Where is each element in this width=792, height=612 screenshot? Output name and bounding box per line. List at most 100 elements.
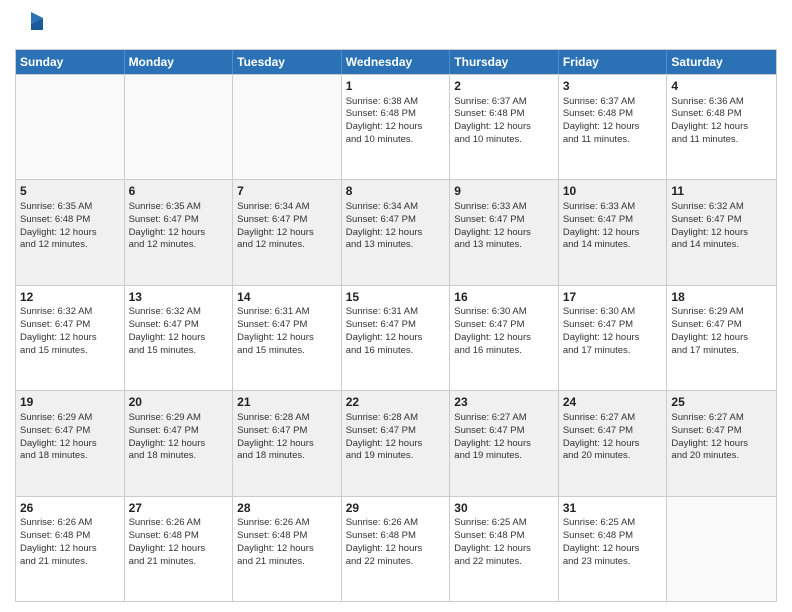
calendar-header: SundayMondayTuesdayWednesdayThursdayFrid… xyxy=(16,50,776,74)
cal-cell: 15Sunrise: 6:31 AM Sunset: 6:47 PM Dayli… xyxy=(342,286,451,390)
day-number: 29 xyxy=(346,500,446,517)
cal-cell: 4Sunrise: 6:36 AM Sunset: 6:48 PM Daylig… xyxy=(667,75,776,179)
day-number: 8 xyxy=(346,183,446,200)
cal-cell: 11Sunrise: 6:32 AM Sunset: 6:47 PM Dayli… xyxy=(667,180,776,284)
day-info: Sunrise: 6:26 AM Sunset: 6:48 PM Dayligh… xyxy=(20,517,120,568)
day-info: Sunrise: 6:37 AM Sunset: 6:48 PM Dayligh… xyxy=(454,96,554,147)
day-info: Sunrise: 6:27 AM Sunset: 6:47 PM Dayligh… xyxy=(563,412,663,463)
day-number: 22 xyxy=(346,394,446,411)
cal-cell: 16Sunrise: 6:30 AM Sunset: 6:47 PM Dayli… xyxy=(450,286,559,390)
day-info: Sunrise: 6:32 AM Sunset: 6:47 PM Dayligh… xyxy=(20,306,120,357)
week-row-2: 5Sunrise: 6:35 AM Sunset: 6:48 PM Daylig… xyxy=(16,179,776,284)
day-info: Sunrise: 6:26 AM Sunset: 6:48 PM Dayligh… xyxy=(346,517,446,568)
day-info: Sunrise: 6:35 AM Sunset: 6:47 PM Dayligh… xyxy=(129,201,229,252)
day-header-sunday: Sunday xyxy=(16,50,125,74)
cal-cell xyxy=(16,75,125,179)
day-number: 31 xyxy=(563,500,663,517)
day-number: 5 xyxy=(20,183,120,200)
cal-cell: 3Sunrise: 6:37 AM Sunset: 6:48 PM Daylig… xyxy=(559,75,668,179)
cal-cell: 6Sunrise: 6:35 AM Sunset: 6:47 PM Daylig… xyxy=(125,180,234,284)
cal-cell xyxy=(233,75,342,179)
day-info: Sunrise: 6:33 AM Sunset: 6:47 PM Dayligh… xyxy=(454,201,554,252)
cal-cell: 20Sunrise: 6:29 AM Sunset: 6:47 PM Dayli… xyxy=(125,391,234,495)
calendar: SundayMondayTuesdayWednesdayThursdayFrid… xyxy=(15,49,777,602)
day-info: Sunrise: 6:38 AM Sunset: 6:48 PM Dayligh… xyxy=(346,96,446,147)
cal-cell: 8Sunrise: 6:34 AM Sunset: 6:47 PM Daylig… xyxy=(342,180,451,284)
cal-cell: 2Sunrise: 6:37 AM Sunset: 6:48 PM Daylig… xyxy=(450,75,559,179)
page: SundayMondayTuesdayWednesdayThursdayFrid… xyxy=(0,0,792,612)
calendar-body: 1Sunrise: 6:38 AM Sunset: 6:48 PM Daylig… xyxy=(16,74,776,601)
day-number: 1 xyxy=(346,78,446,95)
day-info: Sunrise: 6:28 AM Sunset: 6:47 PM Dayligh… xyxy=(346,412,446,463)
day-number: 15 xyxy=(346,289,446,306)
day-number: 2 xyxy=(454,78,554,95)
day-info: Sunrise: 6:30 AM Sunset: 6:47 PM Dayligh… xyxy=(454,306,554,357)
day-number: 14 xyxy=(237,289,337,306)
week-row-5: 26Sunrise: 6:26 AM Sunset: 6:48 PM Dayli… xyxy=(16,496,776,601)
day-header-tuesday: Tuesday xyxy=(233,50,342,74)
day-info: Sunrise: 6:29 AM Sunset: 6:47 PM Dayligh… xyxy=(671,306,772,357)
day-info: Sunrise: 6:28 AM Sunset: 6:47 PM Dayligh… xyxy=(237,412,337,463)
cal-cell: 18Sunrise: 6:29 AM Sunset: 6:47 PM Dayli… xyxy=(667,286,776,390)
cal-cell xyxy=(667,497,776,601)
day-number: 9 xyxy=(454,183,554,200)
day-info: Sunrise: 6:27 AM Sunset: 6:47 PM Dayligh… xyxy=(671,412,772,463)
day-number: 11 xyxy=(671,183,772,200)
logo xyxy=(15,10,45,43)
week-row-1: 1Sunrise: 6:38 AM Sunset: 6:48 PM Daylig… xyxy=(16,74,776,179)
day-number: 27 xyxy=(129,500,229,517)
cal-cell: 30Sunrise: 6:25 AM Sunset: 6:48 PM Dayli… xyxy=(450,497,559,601)
day-info: Sunrise: 6:26 AM Sunset: 6:48 PM Dayligh… xyxy=(129,517,229,568)
cal-cell: 29Sunrise: 6:26 AM Sunset: 6:48 PM Dayli… xyxy=(342,497,451,601)
day-number: 18 xyxy=(671,289,772,306)
day-info: Sunrise: 6:31 AM Sunset: 6:47 PM Dayligh… xyxy=(237,306,337,357)
cal-cell: 31Sunrise: 6:25 AM Sunset: 6:48 PM Dayli… xyxy=(559,497,668,601)
logo-flag-icon xyxy=(17,10,45,38)
day-info: Sunrise: 6:26 AM Sunset: 6:48 PM Dayligh… xyxy=(237,517,337,568)
cal-cell: 7Sunrise: 6:34 AM Sunset: 6:47 PM Daylig… xyxy=(233,180,342,284)
day-number: 25 xyxy=(671,394,772,411)
day-number: 30 xyxy=(454,500,554,517)
day-number: 12 xyxy=(20,289,120,306)
day-info: Sunrise: 6:33 AM Sunset: 6:47 PM Dayligh… xyxy=(563,201,663,252)
day-number: 26 xyxy=(20,500,120,517)
day-header-saturday: Saturday xyxy=(667,50,776,74)
cal-cell: 1Sunrise: 6:38 AM Sunset: 6:48 PM Daylig… xyxy=(342,75,451,179)
day-info: Sunrise: 6:32 AM Sunset: 6:47 PM Dayligh… xyxy=(129,306,229,357)
day-info: Sunrise: 6:34 AM Sunset: 6:47 PM Dayligh… xyxy=(237,201,337,252)
cal-cell: 22Sunrise: 6:28 AM Sunset: 6:47 PM Dayli… xyxy=(342,391,451,495)
cal-cell: 23Sunrise: 6:27 AM Sunset: 6:47 PM Dayli… xyxy=(450,391,559,495)
day-info: Sunrise: 6:36 AM Sunset: 6:48 PM Dayligh… xyxy=(671,96,772,147)
day-number: 28 xyxy=(237,500,337,517)
week-row-3: 12Sunrise: 6:32 AM Sunset: 6:47 PM Dayli… xyxy=(16,285,776,390)
cal-cell: 13Sunrise: 6:32 AM Sunset: 6:47 PM Dayli… xyxy=(125,286,234,390)
day-number: 16 xyxy=(454,289,554,306)
cal-cell: 10Sunrise: 6:33 AM Sunset: 6:47 PM Dayli… xyxy=(559,180,668,284)
cal-cell: 19Sunrise: 6:29 AM Sunset: 6:47 PM Dayli… xyxy=(16,391,125,495)
cal-cell: 14Sunrise: 6:31 AM Sunset: 6:47 PM Dayli… xyxy=(233,286,342,390)
day-info: Sunrise: 6:32 AM Sunset: 6:47 PM Dayligh… xyxy=(671,201,772,252)
cal-cell xyxy=(125,75,234,179)
day-info: Sunrise: 6:31 AM Sunset: 6:47 PM Dayligh… xyxy=(346,306,446,357)
day-number: 13 xyxy=(129,289,229,306)
cal-cell: 5Sunrise: 6:35 AM Sunset: 6:48 PM Daylig… xyxy=(16,180,125,284)
day-number: 7 xyxy=(237,183,337,200)
day-number: 21 xyxy=(237,394,337,411)
cal-cell: 9Sunrise: 6:33 AM Sunset: 6:47 PM Daylig… xyxy=(450,180,559,284)
cal-cell: 28Sunrise: 6:26 AM Sunset: 6:48 PM Dayli… xyxy=(233,497,342,601)
day-number: 6 xyxy=(129,183,229,200)
cal-cell: 27Sunrise: 6:26 AM Sunset: 6:48 PM Dayli… xyxy=(125,497,234,601)
day-number: 20 xyxy=(129,394,229,411)
day-info: Sunrise: 6:34 AM Sunset: 6:47 PM Dayligh… xyxy=(346,201,446,252)
cal-cell: 12Sunrise: 6:32 AM Sunset: 6:47 PM Dayli… xyxy=(16,286,125,390)
day-number: 23 xyxy=(454,394,554,411)
day-info: Sunrise: 6:27 AM Sunset: 6:47 PM Dayligh… xyxy=(454,412,554,463)
page-header xyxy=(15,10,777,43)
day-info: Sunrise: 6:29 AM Sunset: 6:47 PM Dayligh… xyxy=(20,412,120,463)
day-info: Sunrise: 6:30 AM Sunset: 6:47 PM Dayligh… xyxy=(563,306,663,357)
cal-cell: 21Sunrise: 6:28 AM Sunset: 6:47 PM Dayli… xyxy=(233,391,342,495)
cal-cell: 24Sunrise: 6:27 AM Sunset: 6:47 PM Dayli… xyxy=(559,391,668,495)
day-info: Sunrise: 6:25 AM Sunset: 6:48 PM Dayligh… xyxy=(454,517,554,568)
day-number: 24 xyxy=(563,394,663,411)
day-number: 4 xyxy=(671,78,772,95)
